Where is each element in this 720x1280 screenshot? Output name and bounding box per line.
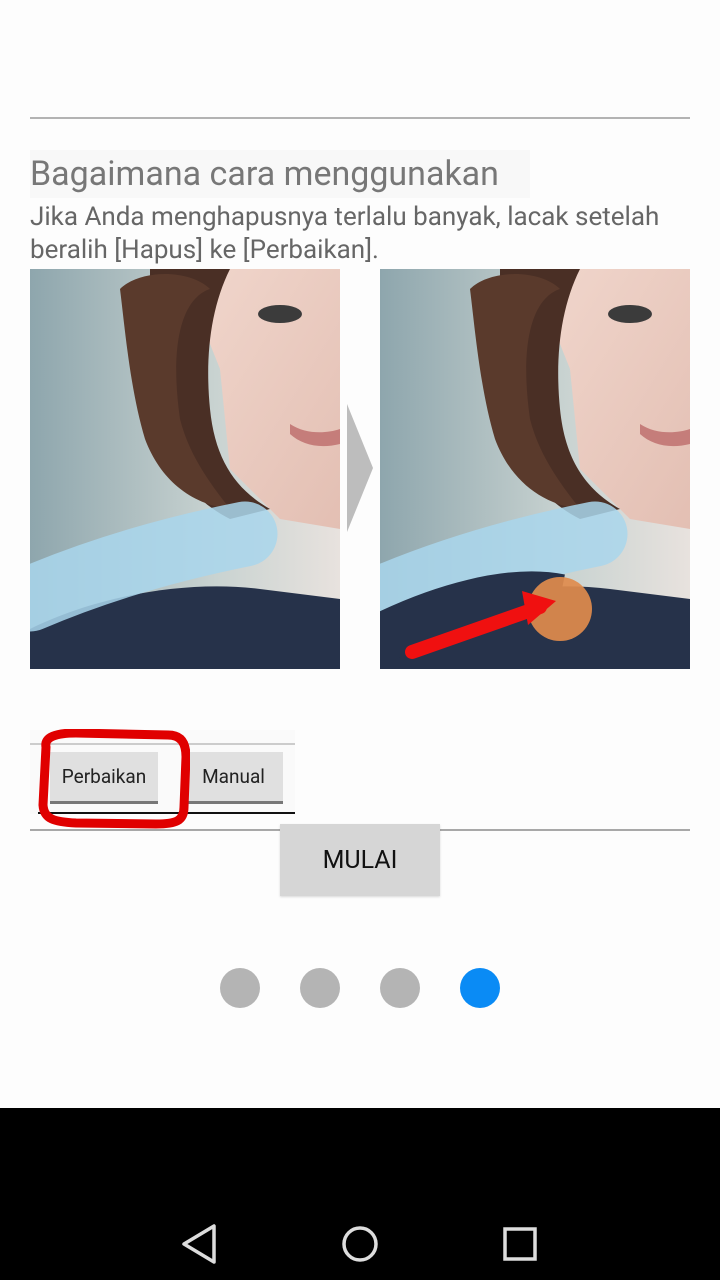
page-dot-2[interactable] — [300, 968, 340, 1008]
tabs-underline — [38, 812, 295, 814]
page-description: Jika Anda menghapusnya terlalu banyak, l… — [30, 202, 660, 265]
home-icon[interactable] — [338, 1222, 382, 1266]
page-title: Bagaimana cara menggunakan — [30, 150, 530, 198]
start-button[interactable]: MULAI — [280, 824, 440, 896]
page-dot-4-active[interactable] — [460, 968, 500, 1008]
chevron-right-icon — [347, 404, 373, 532]
top-divider — [30, 117, 690, 119]
mode-tabs: Perbaikan Manual — [30, 730, 295, 814]
tab-manual[interactable]: Manual — [184, 752, 283, 804]
tabs-top-divider — [30, 743, 295, 745]
back-icon[interactable] — [178, 1222, 222, 1266]
recents-icon[interactable] — [498, 1222, 542, 1266]
page-indicator — [220, 968, 500, 1008]
page-dot-3[interactable] — [380, 968, 420, 1008]
tab-perbaikan[interactable]: Perbaikan — [50, 752, 158, 804]
after-image — [380, 269, 690, 669]
before-image — [30, 269, 340, 669]
page-dot-1[interactable] — [220, 968, 260, 1008]
